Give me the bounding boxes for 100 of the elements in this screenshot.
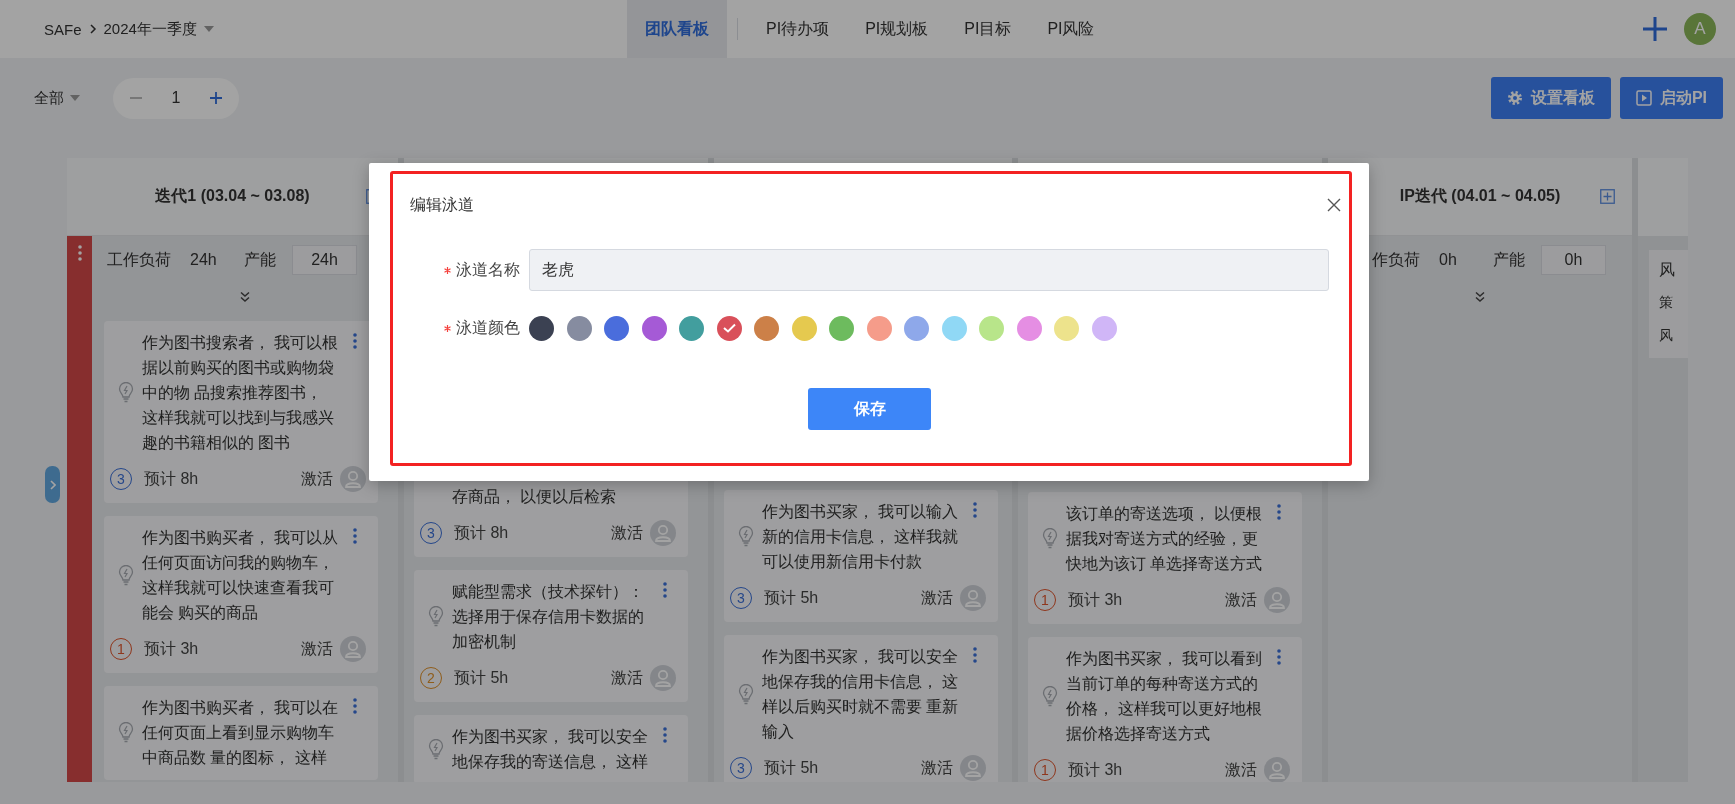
breadcrumb-link[interactable]: SAFe [44, 20, 82, 38]
story-card[interactable]: 作为图书购买者， 我可以从 任何页面访问我的购物车， 这样我就可以快速查看我可 能会 购买的商品 1 预计 3h 激活 [104, 516, 378, 673]
story-text: 作为图书购买者， 我可以在 任何页面上看到显示购物车 中商品数 量的图标， 这样 [142, 698, 340, 768]
status-text: 激活 [301, 468, 333, 489]
color-swatch[interactable] [604, 315, 629, 341]
estimate-text: 预计 5h [764, 757, 819, 778]
plus-icon[interactable] [209, 91, 223, 105]
add-icon[interactable] [1600, 189, 1615, 204]
lightbulb-icon [118, 564, 134, 586]
story-text: 作为图书买家， 我可以看到 当前订单的每种寄送方式的 价格， 这样我可以更好地根 据价格选择寄送方式 [1066, 649, 1264, 744]
estimate-text: 预计 3h [144, 638, 199, 659]
more-icon[interactable] [973, 502, 977, 518]
risk-text: 风 [1659, 326, 1674, 345]
more-icon[interactable] [353, 698, 357, 714]
color-swatch[interactable] [529, 315, 554, 341]
caret-down-icon[interactable] [203, 26, 214, 32]
capacity-label: 产能 [244, 249, 276, 270]
color-swatch[interactable] [679, 315, 704, 341]
filter-dropdown[interactable]: 全部 [34, 88, 64, 108]
chevron-right-icon [49, 479, 56, 490]
color-swatch[interactable] [866, 315, 892, 341]
workload-value: 24h [190, 251, 218, 269]
caret-down-icon[interactable] [70, 95, 80, 101]
estimate-text: 预计 5h [454, 667, 509, 688]
estimate-text: 预计 5h [764, 587, 819, 608]
lightbulb-icon [1042, 528, 1058, 549]
story-text: 作为图书买家， 我可以安全 地保存我的寄送信息， 这样 [452, 727, 650, 772]
color-swatch[interactable] [941, 315, 967, 341]
double-chevron-down-icon[interactable] [1474, 291, 1486, 303]
color-swatch[interactable] [641, 315, 667, 341]
play-icon [1635, 90, 1652, 106]
more-icon[interactable] [973, 647, 977, 663]
color-swatch[interactable] [1016, 315, 1042, 341]
name-field[interactable]: 老虎 [529, 249, 1329, 291]
nav-tab[interactable]: PI风险 [1029, 0, 1113, 58]
story-card[interactable]: 该订单的寄送选项， 以便根 据我对寄送方式的经验，更 快地为该订 单选择寄送方式 1 预计 3h 激活 [1028, 492, 1302, 624]
color-swatch[interactable] [754, 315, 779, 341]
nav-tab[interactable]: PI目标 [946, 0, 1030, 58]
capacity-field[interactable]: 0h [1541, 245, 1606, 275]
chevron-right-icon [88, 24, 97, 34]
check-icon [722, 323, 736, 333]
status-text: 激活 [301, 638, 333, 659]
save-button[interactable]: 保存 [808, 388, 931, 430]
close-icon[interactable] [1327, 198, 1341, 212]
color-swatch[interactable] [1091, 315, 1117, 341]
more-icon[interactable] [663, 582, 667, 598]
more-icon[interactable] [1277, 504, 1281, 520]
story-text: 该订单的寄送选项， 以便根 据我对寄送方式的经验，更 快地为该订 单选择寄送方式 [1066, 504, 1264, 574]
story-text: 存商品， 以便以后检索 [452, 487, 618, 507]
story-text: 作为图书搜索者， 我可以根 据以前购买的图书或购物袋 中的物 品搜索推荐图书， 这样我就可以找到与我感兴 趣的书籍相似的 图书 [142, 333, 340, 453]
expand-handle[interactable] [45, 466, 60, 503]
color-swatch[interactable] [791, 315, 817, 341]
stepper-value: 1 [171, 89, 181, 107]
period-dropdown[interactable]: 2024年一季度 [103, 19, 197, 39]
color-swatch[interactable] [829, 315, 854, 341]
lightbulb-icon [428, 738, 444, 760]
story-text: 作为图书买家， 我可以输入 新的信用卡信息， 这样我就 可以使用新信用卡付款 [762, 502, 960, 572]
color-swatch[interactable] [1054, 315, 1079, 341]
nav-tab[interactable]: PI待办项 [748, 0, 848, 58]
story-card[interactable]: 赋能型需求（技术探针）： 选择用于保存信用卡数据的 加密机制 2 预计 5h 激活 [414, 570, 688, 702]
risk-text: 风 [1659, 260, 1676, 280]
workload-value: 0h [1439, 251, 1458, 269]
more-icon[interactable] [77, 245, 82, 261]
story-card[interactable]: 作为图书买家， 我可以安全 地保存我的信用卡信息， 这 样以后购买时就不需要 重新 输入 3 预计 5h 激活 [724, 635, 998, 782]
plus-icon[interactable] [1642, 16, 1668, 42]
field-label: 泳道颜色 [456, 317, 520, 338]
lightbulb-icon [118, 722, 134, 743]
estimate-text: 预计 3h [1068, 589, 1123, 610]
lightbulb-icon [738, 683, 754, 705]
more-icon[interactable] [663, 727, 667, 743]
story-card[interactable]: 作为图书买家， 我可以安全 地保存我的寄送信息， 这样 [414, 715, 688, 782]
risk-card[interactable]: 风 策 风 [1649, 250, 1688, 358]
capacity-label: 产能 [1493, 249, 1525, 270]
status-text: 激活 [921, 587, 953, 608]
estimate-text: 预计 8h [454, 522, 509, 543]
story-card[interactable]: 作为图书搜索者， 我可以根 据以前购买的图书或购物袋 中的物 品搜索推荐图书， 这样我就可以找到与我感兴 趣的书籍相似的 图书 3 预计 8h 激活 [104, 321, 378, 503]
color-swatch[interactable] [716, 315, 742, 341]
lightbulb-icon [118, 382, 134, 403]
story-card[interactable]: 作为图书买家， 我可以输入 新的信用卡信息， 这样我就 可以使用新信用卡付款 3 预计 5h 激活 [724, 490, 998, 622]
lightbulb-icon [428, 606, 444, 627]
story-card[interactable]: 作为图书买家， 我可以看到 当前订单的每种寄送方式的 价格， 这样我可以更好地根 据价格选择寄送方式 1 预计 3h 激活 [1028, 637, 1302, 782]
capacity-field[interactable]: 24h [292, 245, 357, 275]
dialog-title: 编辑泳道 [410, 194, 474, 215]
estimate-text: 预计 8h [144, 468, 199, 489]
gear-icon [1506, 90, 1523, 106]
nav-tab[interactable]: PI规划板 [847, 0, 947, 58]
color-swatch[interactable] [979, 315, 1004, 341]
lightbulb-icon [1042, 685, 1058, 707]
double-chevron-down-icon[interactable] [239, 291, 251, 303]
story-card[interactable]: 作为图书购买者， 我可以在 任何页面上看到显示购物车 中商品数 量的图标， 这样 [104, 686, 378, 780]
more-icon[interactable] [353, 333, 357, 349]
story-text: 作为图书买家， 我可以安全 地保存我的信用卡信息， 这 样以后购买时就不需要 重新 输入 [762, 647, 960, 742]
field-label: 泳道名称 [456, 259, 520, 280]
workload-label: 工作负荷 [107, 249, 171, 270]
iteration-title: IP迭代 (04.01 ~ 04.05) [1399, 186, 1561, 206]
color-swatch[interactable] [566, 315, 592, 341]
user-avatar-icon[interactable] [340, 466, 366, 492]
more-icon[interactable] [353, 528, 357, 544]
more-icon[interactable] [1277, 649, 1281, 665]
color-swatch[interactable] [904, 315, 929, 341]
